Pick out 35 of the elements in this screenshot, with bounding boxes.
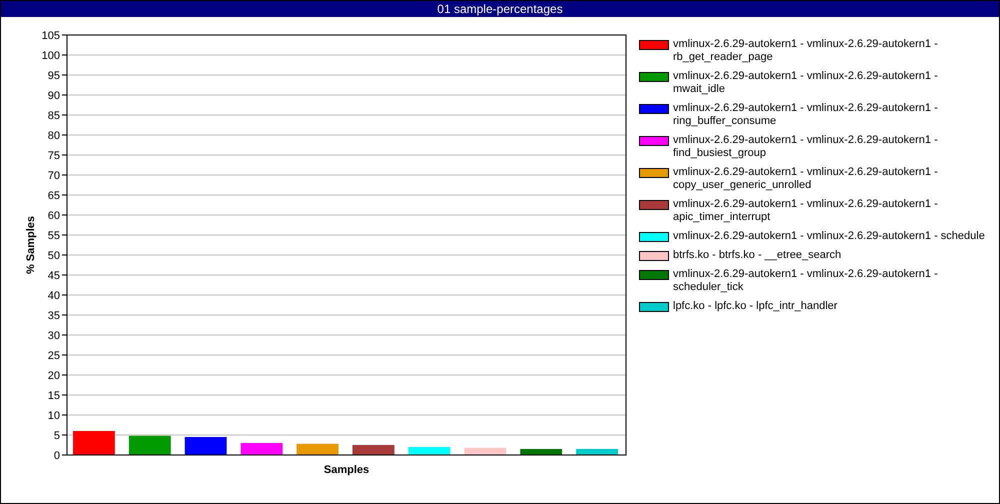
y-tick-label: 85 [48, 110, 60, 122]
y-tick-label: 45 [48, 270, 60, 282]
y-tick-label: 60 [48, 210, 60, 222]
x-axis-label: Samples [324, 464, 370, 476]
legend-label: vmlinux-2.6.29-autokern1 - vmlinux-2.6.29-autokern1 - mwait_idle [673, 70, 939, 96]
y-tick-label: 80 [48, 130, 60, 142]
y-tick-label: 95 [48, 70, 60, 82]
y-tick-label: 75 [48, 150, 60, 162]
legend-label: vmlinux-2.6.29-autokern1 - vmlinux-2.6.29-autokern1 - schedule [673, 230, 986, 243]
legend-label: vmlinux-2.6.29-autokern1 - vmlinux-2.6.29-autokern1 - copy_user_generic_unrolled [673, 166, 939, 192]
y-tick-label: 70 [48, 170, 60, 182]
y-tick-label: 40 [48, 290, 60, 302]
legend-label: vmlinux-2.6.29-autokern1 - vmlinux-2.6.29-autokern1 - find_busiest_group [673, 134, 939, 160]
y-axis-label: % Samples [25, 216, 37, 274]
legend-label: vmlinux-2.6.29-autokern1 - vmlinux-2.6.29-autokern1 - scheduler_tick [673, 268, 939, 294]
y-tick-label: 65 [48, 190, 60, 202]
y-tick-label: 5 [54, 430, 60, 442]
y-tick-label: 30 [48, 330, 60, 342]
y-tick-label: 90 [48, 90, 60, 102]
legend-label: vmlinux-2.6.29-autokern1 - vmlinux-2.6.29-autokern1 - ring_buffer_consume [673, 102, 939, 128]
y-tick-label: 105 [42, 30, 60, 42]
legend-label: btrfs.ko - btrfs.ko - __etree_search [673, 249, 842, 262]
y-tick-label: 10 [48, 410, 60, 422]
legend-label: lpfc.ko - lpfc.ko - lpfc_intr_handler [673, 300, 838, 313]
y-tick-label: 25 [48, 350, 60, 362]
legend-label: vmlinux-2.6.29-autokern1 - vmlinux-2.6.29-autokern1 - rb_get_reader_page [673, 38, 939, 64]
y-tick-label: 15 [48, 390, 60, 402]
y-tick-label: 50 [48, 250, 60, 262]
window-title: 01 sample-percentages [1, 1, 999, 17]
legend-label: vmlinux-2.6.29-autokern1 - vmlinux-2.6.29-autokern1 - apic_timer_interrupt [673, 198, 939, 224]
y-tick-label: 20 [48, 370, 60, 382]
y-tick-label: 35 [48, 310, 60, 322]
y-tick-label: 0 [54, 450, 60, 462]
y-tick-label: 100 [42, 50, 60, 62]
y-tick-label: 55 [48, 230, 60, 242]
